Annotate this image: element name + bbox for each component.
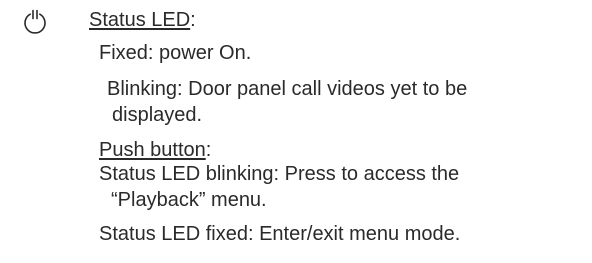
status-led-fixed-text: Fixed: power On. (99, 42, 252, 64)
status-led-heading-colon: : (190, 9, 196, 31)
push-button-heading-label: Push button (99, 139, 206, 161)
description-text: Status LED: Fixed: power On. Blinking: D… (0, 0, 592, 263)
push-button-heading: Push button: (99, 139, 211, 162)
push-button-heading-colon: : (205, 139, 212, 161)
device-description: Status LED: Fixed: power On. Blinking: D… (0, 0, 592, 263)
status-led-heading: Status LED: (89, 9, 196, 32)
status-led-blinking-text: Blinking: Door panel call videos yet to … (107, 78, 468, 100)
push-button-fixed-text: Status LED fixed: Enter/exit menu mode. (99, 223, 461, 245)
status-led-heading-label: Status LED (89, 9, 191, 31)
push-button-blinking-text-cont: “Playback” menu. (111, 189, 267, 211)
status-led-blinking-text-cont: displayed. (112, 104, 203, 126)
push-button-blinking-text: Status LED blinking: Press to access the (99, 163, 460, 185)
